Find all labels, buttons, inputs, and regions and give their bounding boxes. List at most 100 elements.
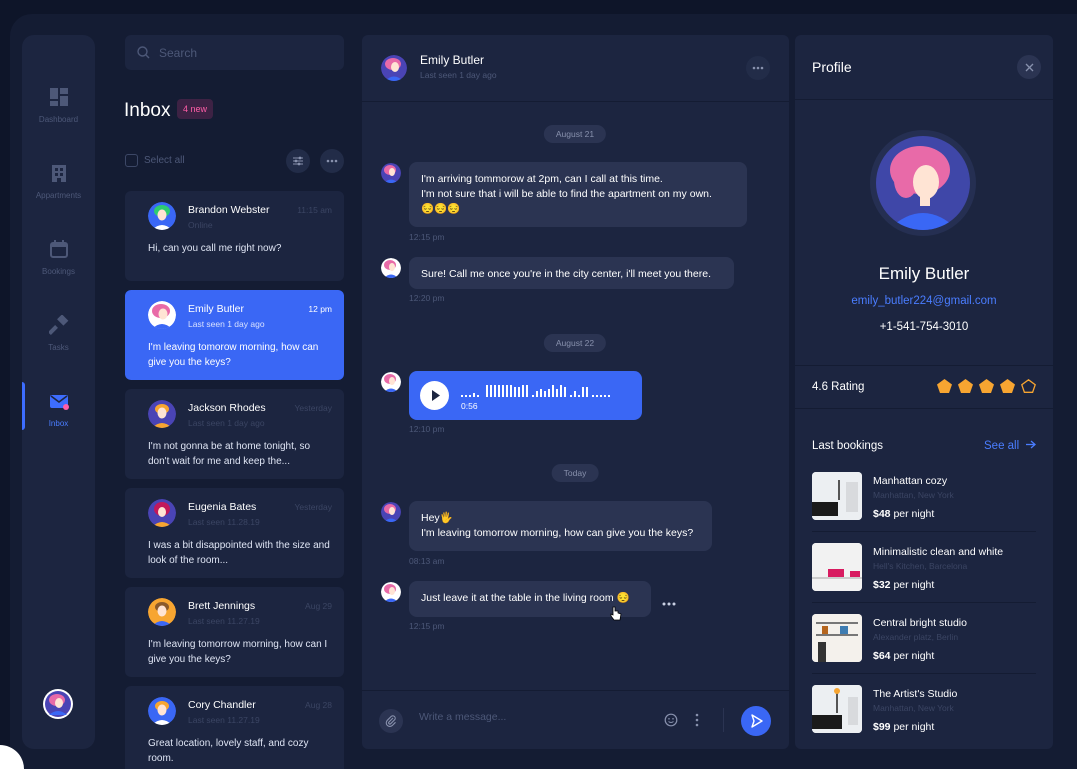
message-time: Yesterday — [294, 403, 333, 413]
waveform — [461, 385, 610, 397]
message-item[interactable]: Jackson Rhodes Last seen 1 day ago Yeste… — [125, 389, 344, 479]
voice-message[interactable]: 0:56 — [409, 371, 642, 420]
sidebar-item-label: Inbox — [48, 419, 69, 428]
message-time: 12:15 pm — [409, 621, 445, 631]
booking-name: Minimalistic clean and white — [873, 546, 1004, 558]
sidebar-item-dashboard[interactable]: Dashboard — [22, 83, 95, 143]
booking-location: Manhattan, New York — [873, 490, 954, 500]
message-item[interactable]: Cory Chandler Last seen 11.27.19 Aug 28 … — [125, 686, 344, 769]
sender-status: Last seen 11.27.19 — [188, 715, 260, 725]
more-icon — [662, 602, 676, 606]
sidebar-item-inbox[interactable]: Inbox — [22, 387, 95, 447]
chat-message: Hey🖐 I'm leaving tomorrow morning, how c… — [409, 501, 712, 551]
inbox-title: Inbox — [124, 100, 171, 121]
message-preview: Great location, lovely staff, and cozy r… — [148, 738, 309, 764]
chat-more-button[interactable] — [746, 56, 770, 80]
booking-item[interactable]: Central bright studio Alexander platz, B… — [812, 614, 1036, 686]
sender-status: Last seen 1 day ago — [188, 418, 265, 428]
booking-item[interactable]: Manhattan cozy Manhattan, New York $48 p… — [812, 472, 1036, 544]
play-button[interactable] — [420, 381, 449, 410]
sidebar-item-tasks[interactable]: Tasks — [22, 311, 95, 371]
sidebar-item-appartments[interactable]: Appartments — [22, 159, 95, 219]
star-icon — [1000, 379, 1015, 393]
avatar — [148, 301, 176, 329]
arrow-right-icon — [1026, 440, 1037, 449]
avatar — [381, 582, 401, 602]
divider — [795, 99, 1053, 100]
message-input[interactable] — [419, 711, 639, 723]
booking-item[interactable]: Minimalistic clean and white Hell's Kitc… — [812, 543, 1036, 615]
price-value: $32 — [873, 579, 891, 591]
search-icon — [137, 46, 150, 59]
sender-status: Last seen 1 day ago — [188, 319, 265, 329]
message-text: Sure! Call me once you're in the city ce… — [421, 268, 711, 280]
last-bookings-title: Last bookings — [812, 440, 883, 452]
attach-button[interactable] — [379, 709, 403, 733]
calendar-icon — [49, 240, 68, 258]
sidebar-item-label: Appartments — [35, 191, 82, 200]
avatar — [381, 258, 401, 278]
message-item[interactable]: Emily Butler Last seen 1 day ago 12 pm I… — [125, 290, 344, 380]
message-item[interactable]: Eugenia Bates Last seen 11.28.19 Yesterd… — [125, 488, 344, 578]
booking-price: $48 per night — [873, 508, 934, 520]
select-all-checkbox[interactable]: Select all — [125, 154, 185, 167]
date-separator: August 21 — [543, 125, 607, 143]
star-icon — [937, 379, 952, 393]
user-avatar[interactable] — [43, 689, 73, 719]
cursor-pointer-icon — [610, 606, 622, 621]
booking-name: The Artist's Studio — [873, 688, 958, 700]
checkbox[interactable] — [125, 154, 138, 167]
message-time: Yesterday — [294, 502, 333, 512]
profile-avatar — [870, 130, 976, 236]
avatar — [381, 502, 401, 522]
booking-price: $64 per night — [873, 650, 934, 662]
message-text: Just leave it at the table in the living… — [421, 592, 630, 604]
message-composer — [362, 690, 789, 749]
more-options-button[interactable] — [320, 149, 344, 173]
profile-phone: +1-541-754-3010 — [879, 321, 969, 333]
message-preview: I'm leaving tomorrow morning, how can I … — [148, 639, 328, 665]
booking-price: $99 per night — [873, 721, 934, 733]
sender-name: Eugenia Bates — [188, 501, 257, 513]
more-icon — [752, 66, 764, 70]
message-item[interactable]: Brandon Webster Online 11:15 am Hi, can … — [125, 191, 344, 281]
filter-button[interactable] — [286, 149, 310, 173]
send-button[interactable] — [741, 706, 771, 736]
booking-thumbnail — [812, 685, 862, 733]
close-button[interactable] — [1017, 55, 1041, 79]
emoji-icon[interactable] — [664, 713, 678, 727]
avatar — [381, 372, 401, 392]
sender-name: Emily Butler — [188, 303, 245, 315]
divider — [812, 602, 1036, 603]
play-icon — [432, 390, 440, 401]
profile-email-link[interactable]: emily_butler224@gmail.com — [795, 295, 1053, 307]
search-input[interactable] — [159, 45, 329, 60]
sidebar: Dashboard Appartments Bookings Tasks Inb… — [22, 35, 95, 749]
see-all-link[interactable]: See all — [984, 440, 1037, 452]
divider — [812, 531, 1036, 532]
search-bar[interactable] — [125, 35, 344, 70]
sidebar-item-label: Dashboard — [38, 115, 79, 124]
star-outline-icon — [1021, 378, 1036, 393]
price-value: $48 — [873, 508, 891, 520]
avatar — [148, 202, 176, 230]
chat-contact-name: Emily Butler — [420, 53, 485, 67]
message-text: I'm arriving tommorow at 2pm, can I call… — [421, 173, 663, 185]
sidebar-item-label: Tasks — [48, 343, 69, 352]
divider — [723, 708, 724, 732]
price-value: $64 — [873, 650, 891, 662]
price-unit: per night — [890, 579, 935, 591]
sidebar-item-bookings[interactable]: Bookings — [22, 235, 95, 295]
message-more-button[interactable] — [662, 593, 676, 611]
booking-name: Manhattan cozy — [873, 475, 948, 487]
date-separator: August 22 — [543, 334, 607, 352]
booking-price: $32 per night — [873, 579, 934, 591]
vertical-more-icon[interactable] — [695, 713, 699, 727]
message-item[interactable]: Brett Jennings Last seen 11.27.19 Aug 29… — [125, 587, 344, 677]
booking-thumbnail — [812, 614, 862, 662]
booking-location: Manhattan, New York — [873, 703, 954, 713]
message-preview: I was a bit disappointed with the size a… — [148, 540, 330, 566]
divider — [812, 673, 1036, 674]
price-unit: per night — [890, 508, 935, 520]
booking-item[interactable]: The Artist's Studio Manhattan, New York … — [812, 685, 1036, 757]
